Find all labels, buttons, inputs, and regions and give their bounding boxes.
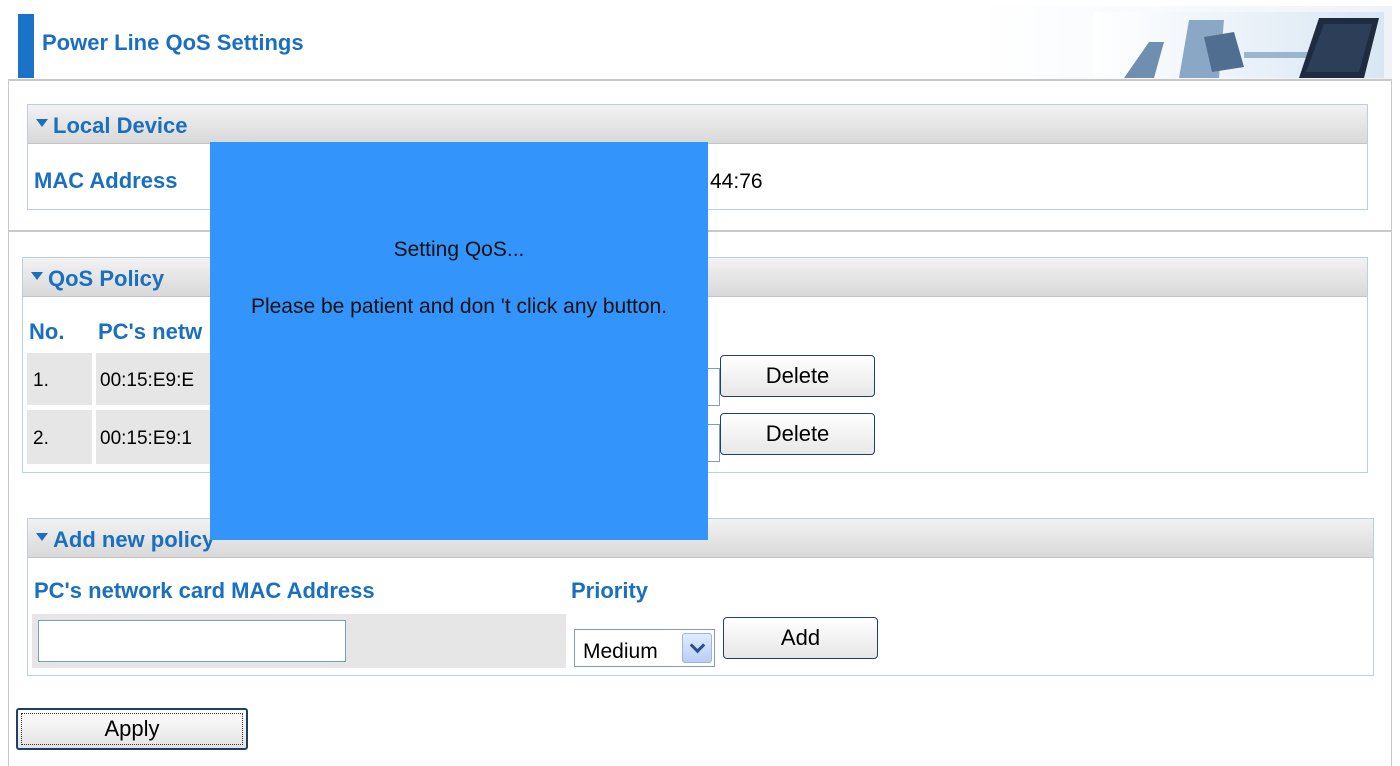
qos-policy-title: QoS Policy (48, 266, 164, 292)
row-number: 1. (33, 370, 49, 392)
priority-select-value: Medium (583, 640, 658, 664)
page-header: Power Line QoS Settings (8, 6, 1392, 81)
delete-button[interactable]: Delete (720, 413, 875, 455)
delete-button[interactable]: Delete (720, 355, 875, 397)
overlay-warning-text: Please be patient and don 't click any b… (210, 295, 708, 319)
new-mac-input[interactable] (38, 620, 346, 662)
collapse-triangle-icon (31, 272, 43, 280)
chevron-down-icon[interactable] (682, 633, 712, 663)
local-device-title: Local Device (53, 113, 188, 139)
setting-progress-overlay: Setting QoS... Please be patient and don… (210, 142, 708, 540)
collapse-triangle-icon (36, 119, 48, 127)
add-policy-title: Add new policy (53, 527, 214, 553)
column-header-no: No. (29, 319, 64, 345)
apply-button[interactable]: Apply (16, 708, 248, 750)
header-accent-bar (18, 14, 34, 78)
priority-select[interactable]: Medium (574, 629, 715, 667)
row-mac: 00:15:E9:1 (100, 428, 192, 450)
mac-address-value: 44:76 (710, 170, 763, 194)
add-button[interactable]: Add (723, 617, 878, 659)
overlay-status-text: Setting QoS... (210, 238, 708, 262)
office-banner-image (1094, 12, 1384, 78)
row-mac: 00:15:E9:E (100, 370, 194, 392)
row-priority-select-edge[interactable] (707, 368, 720, 406)
priority-label: Priority (571, 578, 648, 604)
local-device-header[interactable]: Local Device (28, 105, 1367, 144)
mac-address-label: MAC Address (34, 168, 177, 194)
collapse-triangle-icon (36, 533, 48, 541)
row-number: 2. (33, 428, 49, 450)
new-mac-label: PC's network card MAC Address (34, 578, 375, 604)
page-title: Power Line QoS Settings (42, 30, 304, 56)
column-header-mac: PC's netw (98, 319, 202, 345)
add-policy-panel: Add new policy PC's network card MAC Add… (27, 518, 1374, 676)
row-priority-select-edge[interactable] (707, 424, 720, 462)
